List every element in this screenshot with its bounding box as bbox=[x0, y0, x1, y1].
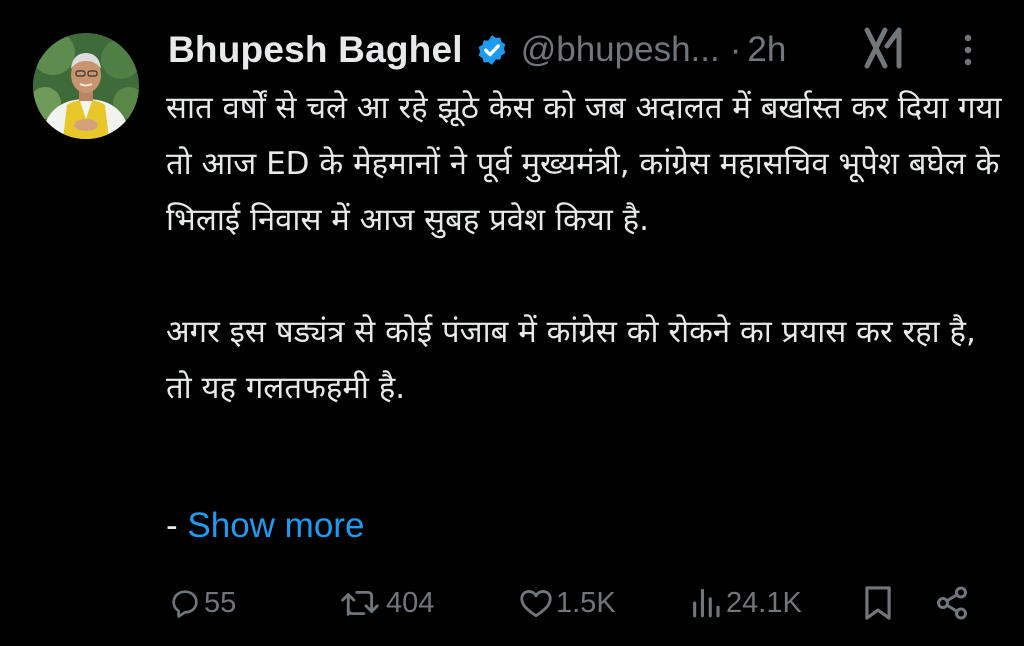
share-button[interactable] bbox=[934, 578, 970, 628]
verified-badge-icon bbox=[478, 35, 506, 65]
like-count: 1.5K bbox=[556, 586, 616, 619]
show-more: - Show more bbox=[166, 506, 364, 546]
action-bar: 55 404 1.5K 24.1K bbox=[0, 578, 1024, 628]
author-name[interactable]: Bhupesh Baghel bbox=[168, 29, 463, 71]
grok-icon[interactable] bbox=[861, 26, 907, 70]
repost-icon bbox=[341, 590, 379, 616]
repost-count: 404 bbox=[386, 586, 435, 619]
reply-button[interactable]: 55 bbox=[168, 578, 236, 628]
bookmark-button[interactable] bbox=[862, 578, 894, 628]
tweet-text: सात वर्षों से चले आ रहे झूठे केस को जब अ… bbox=[166, 80, 1006, 416]
reply-icon bbox=[172, 590, 198, 618]
tweet-paragraph: सात वर्षों से चले आ रहे झूठे केस को जब अ… bbox=[166, 90, 1002, 238]
tweet-paragraph: अगर इस षड्यंत्र से कोई पंजाब में कांग्रे… bbox=[166, 314, 976, 406]
like-icon bbox=[520, 590, 552, 618]
author-handle[interactable]: @bhupesh... bbox=[521, 30, 720, 70]
share-icon bbox=[937, 586, 967, 620]
repost-button[interactable]: 404 bbox=[338, 578, 434, 628]
header-separator: · bbox=[729, 30, 742, 69]
show-more-dash: - bbox=[166, 506, 178, 545]
show-more-link[interactable]: Show more bbox=[187, 506, 364, 545]
views-count: 24.1K bbox=[726, 586, 802, 619]
avatar[interactable] bbox=[33, 33, 139, 139]
bookmark-icon bbox=[865, 586, 891, 620]
avatar-image bbox=[33, 33, 139, 139]
views-icon bbox=[693, 588, 720, 618]
like-button[interactable]: 1.5K bbox=[518, 578, 616, 628]
timestamp[interactable]: 2h bbox=[747, 30, 786, 70]
views-button[interactable]: 24.1K bbox=[688, 578, 802, 628]
reply-count: 55 bbox=[204, 586, 237, 619]
more-options-icon[interactable] bbox=[954, 30, 982, 70]
